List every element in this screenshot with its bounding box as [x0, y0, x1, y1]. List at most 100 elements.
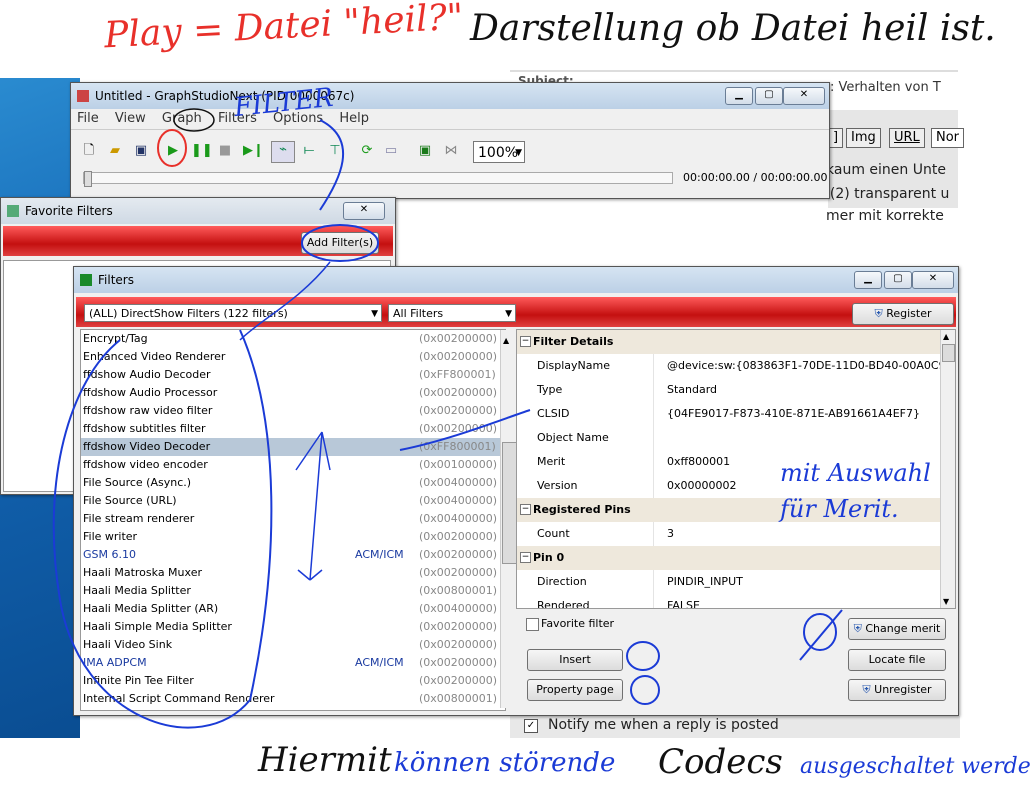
filter-list-row[interactable]: ffdshow video encoder (0x00100000)	[81, 456, 505, 474]
menu-file[interactable]: File	[77, 111, 99, 126]
notify-checkbox[interactable]: ✓	[524, 719, 538, 733]
forum-img-button[interactable]: Img	[846, 128, 881, 148]
locate-file-button[interactable]: Locate file	[848, 649, 946, 671]
filter-merit: (0x00800001)	[419, 584, 498, 597]
filter-name: Haali Media Splitter	[83, 584, 191, 597]
tee-icon[interactable]: ⊤	[327, 143, 343, 159]
filter-list-row[interactable]: Haali Matroska Muxer (0x00200000)	[81, 564, 505, 582]
filter-list-row[interactable]: ffdshow Audio Decoder (0xFF800001)	[81, 366, 505, 384]
prop-displayname[interactable]: DisplayName @device:sw:{083863F1-70DE-11D…	[517, 354, 955, 378]
filter-list-row[interactable]: Haali Simple Media Splitter (0x00200000)	[81, 618, 505, 636]
scroll-up-icon[interactable]: ▲	[943, 332, 949, 341]
connect-icon[interactable]: ⌁	[271, 141, 295, 163]
filter-list-row[interactable]: File writer (0x00200000)	[81, 528, 505, 546]
filter-list-row[interactable]: Infinite Pin Tee Filter (0x00200000)	[81, 672, 505, 690]
filter-list-row[interactable]: Haali Video Sink (0x00200000)	[81, 636, 505, 654]
register-button[interactable]: ⛨ Register	[852, 303, 954, 325]
filter-merit: (0xFF800001)	[419, 368, 496, 381]
filter-merit: (0x00200000)	[419, 620, 498, 633]
seek-bar[interactable]	[83, 171, 673, 187]
filter-list-row[interactable]: Haali Media Splitter (AR) (0x00400000)	[81, 600, 505, 618]
notify-row: ✓ Notify me when a reply is posted	[510, 716, 960, 738]
filter-delete-icon[interactable]: ⋈	[443, 143, 459, 159]
filter-merit: (0x00200000)	[419, 674, 498, 687]
menu-graph[interactable]: Graph	[162, 111, 202, 126]
filter-list-row[interactable]: File Source (Async.) (0x00400000)	[81, 474, 505, 492]
type-select[interactable]: All Filters ▼	[388, 304, 516, 322]
filter-list-row[interactable]: GSM 6.10 ACM/ICM (0x00200000)	[81, 546, 505, 564]
seek-handle[interactable]	[84, 171, 92, 187]
pin-connect-icon[interactable]: ⟝	[301, 143, 317, 159]
refresh-icon[interactable]: ⟳	[359, 143, 375, 159]
close-icon[interactable]: ✕	[783, 87, 825, 105]
play-icon[interactable]: ▶	[165, 143, 181, 159]
pause-icon[interactable]: ❚❚	[191, 143, 213, 159]
add-filters-button[interactable]: Add Filter(s)	[301, 232, 379, 254]
filter-list-row[interactable]: ffdshow Audio Processor (0x00200000)	[81, 384, 505, 402]
filter-merit: (0x00200000)	[419, 530, 498, 543]
scroll-down-icon[interactable]: ▼	[943, 597, 949, 606]
prop-direction[interactable]: Direction PINDIR_INPUT	[517, 570, 955, 594]
filter-list-row[interactable]: Encrypt/Tag (0x00200000)	[81, 330, 505, 348]
insert-button[interactable]: Insert	[527, 649, 623, 671]
filter-list-row[interactable]: ffdshow subtitles filter (0x00200000)	[81, 420, 505, 438]
annotation-werden: ausgeschaltet werden.	[800, 754, 1031, 779]
filter-list-row[interactable]: Haali Media Splitter (0x00800001)	[81, 582, 505, 600]
prop-clsid[interactable]: CLSID {04FE9017-F873-410E-871E-AB91661A4E…	[517, 402, 955, 426]
forum-text-line-3: mer mit korrekte	[826, 208, 944, 224]
save-icon[interactable]: ▣	[133, 143, 149, 159]
scroll-thumb[interactable]	[502, 442, 517, 564]
zoom-select[interactable]: 100% ▼	[473, 141, 525, 163]
category-select[interactable]: (ALL) DirectShow Filters (122 filters) ▼	[84, 304, 382, 322]
forum-bracket-button[interactable]: ]	[828, 128, 844, 148]
filter-name: ffdshow Audio Processor	[83, 386, 218, 399]
filter-list-row[interactable]: Enhanced Video Renderer (0x00200000)	[81, 348, 505, 366]
prop-type[interactable]: Type Standard	[517, 378, 955, 402]
forum-url-button[interactable]: URL	[889, 128, 925, 148]
section-pin-0[interactable]: − Pin 0	[517, 546, 955, 570]
forum-font-select[interactable]: Nor	[931, 128, 965, 148]
filter-list[interactable]: Encrypt/Tag (0x00200000) Enhanced Video Re…	[80, 329, 506, 711]
filter-list-row[interactable]: File Source (URL) (0x00400000)	[81, 492, 505, 510]
favorite-checkbox[interactable]	[526, 618, 539, 631]
filter-list-row[interactable]: File stream renderer (0x00400000)	[81, 510, 505, 528]
filter-list-scrollbar[interactable]: ▲	[500, 330, 517, 708]
filters-maximize-icon[interactable]: ▢	[884, 271, 912, 289]
remove-icon[interactable]: ▭	[383, 143, 399, 159]
filter-list-row[interactable]: Internal Script Command Renderer (0x00800…	[81, 690, 505, 708]
section-filter-details[interactable]: − Filter Details	[517, 330, 955, 354]
filter-name: File Source (URL)	[83, 494, 177, 507]
collapse-icon[interactable]: −	[520, 552, 531, 563]
collapse-icon[interactable]: −	[520, 336, 531, 347]
shield-icon: ⛨	[862, 683, 871, 696]
favorites-close-icon[interactable]: ✕	[343, 202, 385, 220]
favorites-title: Favorite Filters	[25, 204, 113, 218]
open-folder-icon[interactable]: ▰	[107, 143, 123, 159]
scroll-up-icon[interactable]: ▲	[503, 336, 509, 345]
change-merit-button[interactable]: ⛨ Change merit	[848, 618, 946, 640]
new-file-icon[interactable]: 🗋	[81, 143, 97, 159]
zoom-value: 100%	[478, 145, 519, 161]
annotation-play-question: Play = Datei "heil?"	[103, 0, 465, 57]
details-scroll-thumb[interactable]	[942, 344, 955, 362]
filters-close-icon[interactable]: ✕	[912, 271, 954, 289]
stop-icon[interactable]: ■	[217, 143, 233, 159]
filter-name: Haali Simple Media Splitter	[83, 620, 232, 633]
minimize-icon[interactable]: ▁	[725, 87, 753, 105]
filter-list-row[interactable]: IMA ADPCM ACM/ICM (0x00200000)	[81, 654, 505, 672]
filter-list-row[interactable]: ffdshow Video Decoder (0xFF800001)	[81, 438, 505, 456]
unregister-button[interactable]: ⛨ Unregister	[848, 679, 946, 701]
filter-add-icon[interactable]: ▣	[417, 143, 433, 159]
property-page-button[interactable]: Property page	[527, 679, 623, 701]
prop-object-name[interactable]: Object Name	[517, 426, 955, 450]
filters-minimize-icon[interactable]: ▁	[854, 271, 882, 289]
filter-list-row[interactable]: ffdshow raw video filter (0x00200000)	[81, 402, 505, 420]
filter-merit: (0x00100000)	[419, 458, 498, 471]
step-icon[interactable]: ▶❙	[243, 143, 264, 159]
maximize-icon[interactable]: ▢	[755, 87, 783, 105]
collapse-icon[interactable]: −	[520, 504, 531, 515]
menu-view[interactable]: View	[115, 111, 146, 126]
menu-help[interactable]: Help	[339, 111, 369, 126]
prop-rendered[interactable]: Rendered FALSE	[517, 594, 955, 608]
filter-name: Infinite Pin Tee Filter	[83, 674, 194, 687]
